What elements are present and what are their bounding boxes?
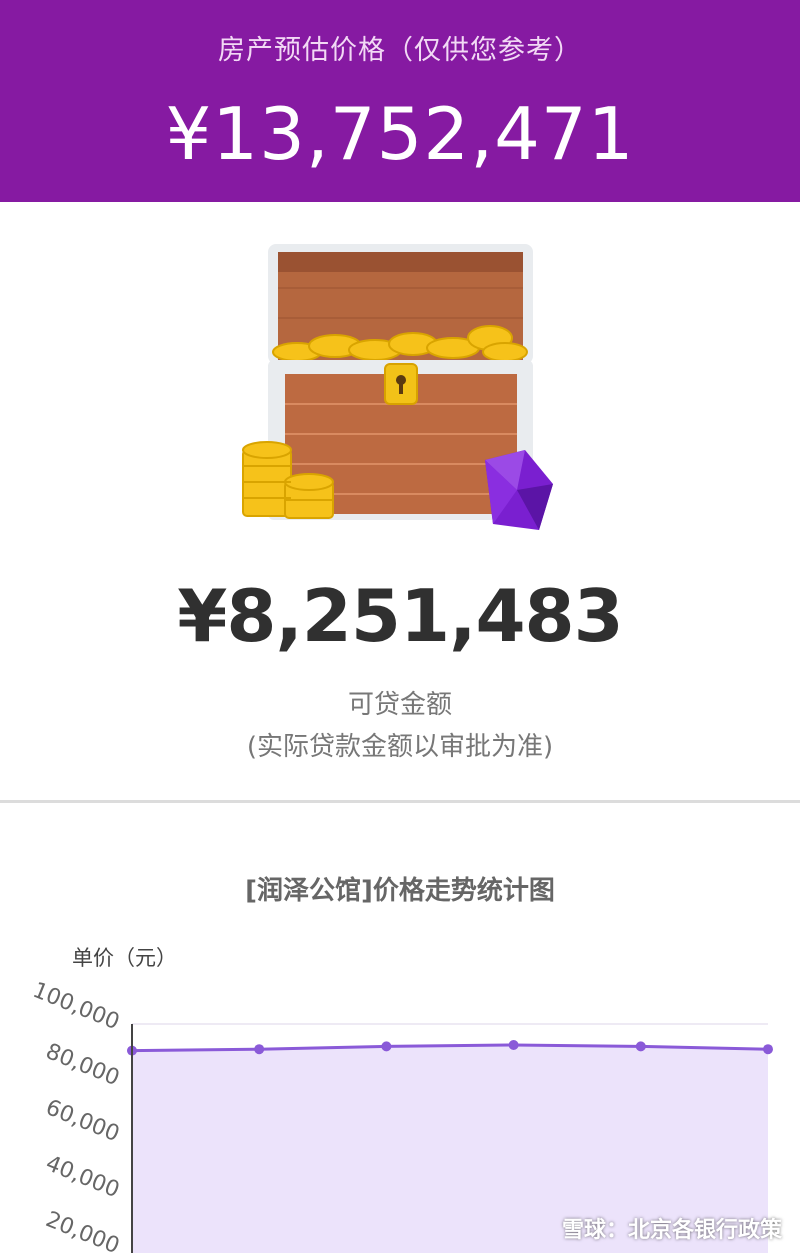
data-point[interactable] bbox=[254, 1044, 265, 1055]
y-tick-label: 20,000 bbox=[42, 1207, 123, 1253]
loan-card: ¥8,251,483 可贷金额 (实际贷款金额以审批为准) bbox=[0, 202, 800, 800]
loan-approval-note: (实际贷款金额以审批为准) bbox=[246, 732, 554, 762]
y-tick-label: 60,000 bbox=[42, 1095, 123, 1147]
price-trend-chart: 100,00080,00060,00040,00020,000 bbox=[29, 978, 773, 1253]
treasure-chest-icon bbox=[242, 244, 553, 530]
loan-amount-label: 可贷金额 bbox=[347, 690, 452, 720]
section-divider bbox=[0, 800, 800, 803]
y-tick-label: 40,000 bbox=[42, 1151, 123, 1203]
data-point[interactable] bbox=[381, 1041, 392, 1052]
data-point[interactable] bbox=[635, 1041, 646, 1052]
data-point[interactable] bbox=[508, 1040, 519, 1050]
y-tick-label: 80,000 bbox=[42, 1039, 123, 1091]
estimate-label: 房产预估价格（仅供您参考） bbox=[218, 35, 582, 66]
watermark: 雪球：北京各银行政策 bbox=[561, 1218, 782, 1243]
chart-title: [润泽公馆]价格走势统计图 bbox=[245, 876, 555, 906]
loan-amount: ¥8,251,483 bbox=[177, 574, 623, 658]
price-estimate-header: 房产预估价格（仅供您参考） ¥13,752,471 bbox=[0, 0, 800, 202]
y-tick-label: 100,000 bbox=[29, 978, 123, 1035]
estimated-price: ¥13,752,471 bbox=[165, 92, 635, 176]
data-point[interactable] bbox=[763, 1044, 773, 1055]
